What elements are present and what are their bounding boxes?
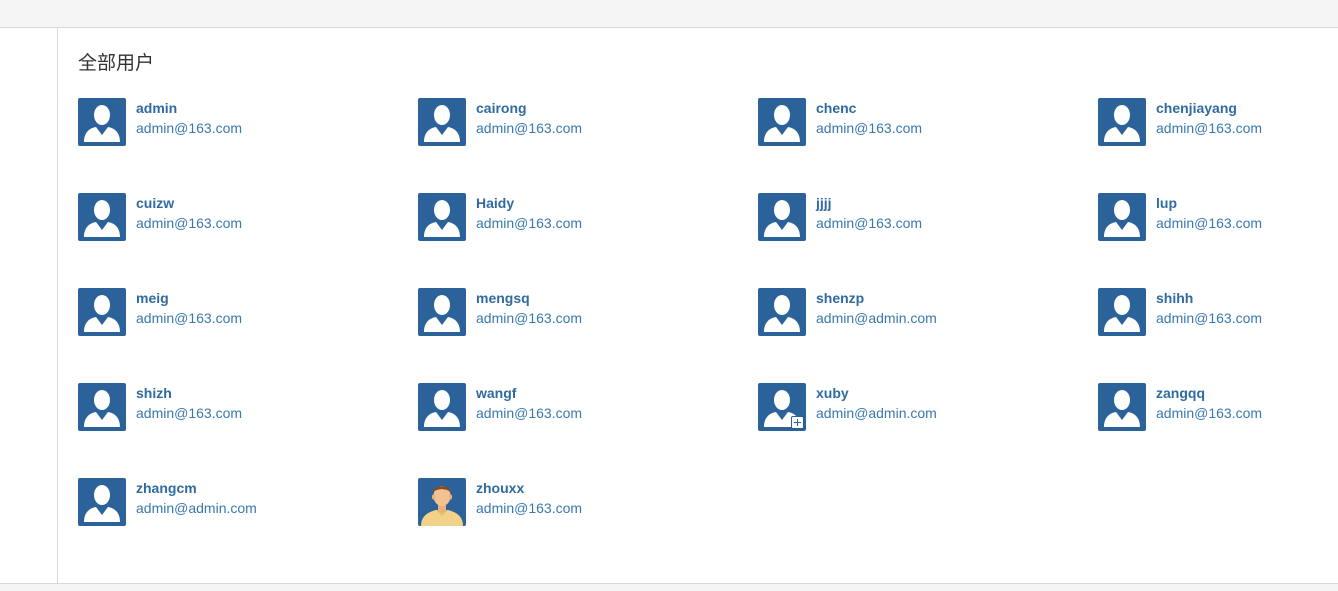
top-bar <box>0 0 1338 28</box>
default-user-icon[interactable] <box>1098 98 1146 146</box>
user-card[interactable]: chenjiayang admin@163.com <box>1098 98 1338 146</box>
main-panel: 全部用户 admin admin@163.com cairong admin@163.… <box>58 28 1338 583</box>
user-name-link[interactable]: zangqq <box>1156 385 1205 401</box>
plus-icon <box>791 416 804 429</box>
user-email: admin@163.com <box>816 120 923 136</box>
user-name-link[interactable]: cairong <box>476 100 527 116</box>
user-card[interactable]: wangf admin@163.com <box>418 383 748 431</box>
user-name-link[interactable]: zhangcm <box>136 480 197 496</box>
user-card[interactable]: admin admin@163.com <box>78 98 408 146</box>
user-name-link[interactable]: shihh <box>1156 290 1193 306</box>
user-card[interactable]: shizh admin@163.com <box>78 383 408 431</box>
user-email: admin@163.com <box>136 405 243 421</box>
default-user-icon[interactable] <box>758 193 806 241</box>
user-card[interactable]: lup admin@163.com <box>1098 193 1338 241</box>
user-email: admin@163.com <box>476 120 583 136</box>
user-email: admin@admin.com <box>136 500 257 516</box>
user-card[interactable]: chenc admin@163.com <box>758 98 1088 146</box>
user-email: admin@163.com <box>476 215 583 231</box>
default-user-icon[interactable] <box>78 288 126 336</box>
user-email: admin@163.com <box>816 215 923 231</box>
user-name-link[interactable]: admin <box>136 100 177 116</box>
user-email: admin@163.com <box>1156 310 1263 326</box>
user-name-link[interactable]: chenjiayang <box>1156 100 1237 116</box>
default-user-icon[interactable] <box>1098 383 1146 431</box>
user-card[interactable]: zhouxx admin@163.com <box>418 478 748 526</box>
default-user-icon[interactable] <box>758 98 806 146</box>
user-name-link[interactable]: xuby <box>816 385 849 401</box>
user-card[interactable]: jjjj admin@163.com <box>758 193 1088 241</box>
user-card[interactable]: Haidy admin@163.com <box>418 193 748 241</box>
add-user-icon[interactable] <box>758 383 806 431</box>
user-email: admin@163.com <box>476 310 583 326</box>
user-name-link[interactable]: shenzp <box>816 290 864 306</box>
user-email: admin@163.com <box>1156 120 1263 136</box>
user-name-link[interactable]: Haidy <box>476 195 514 211</box>
default-user-icon[interactable] <box>418 193 466 241</box>
user-email: admin@admin.com <box>816 405 937 421</box>
user-email: admin@admin.com <box>816 310 937 326</box>
user-email: admin@163.com <box>136 310 243 326</box>
user-card[interactable]: xuby admin@admin.com <box>758 383 1088 431</box>
user-email: admin@163.com <box>476 500 583 516</box>
default-user-icon[interactable] <box>758 288 806 336</box>
user-name-link[interactable]: meig <box>136 290 169 306</box>
user-card[interactable]: cuizw admin@163.com <box>78 193 408 241</box>
default-user-icon[interactable] <box>418 288 466 336</box>
default-user-icon[interactable] <box>78 383 126 431</box>
user-email: admin@163.com <box>136 215 243 231</box>
user-name-link[interactable]: cuizw <box>136 195 174 211</box>
page-title: 全部用户 <box>78 52 155 74</box>
user-card[interactable]: cairong admin@163.com <box>418 98 748 146</box>
user-card[interactable]: shihh admin@163.com <box>1098 288 1338 336</box>
default-user-icon[interactable] <box>1098 288 1146 336</box>
default-user-icon[interactable] <box>1098 193 1146 241</box>
photo-avatar-icon[interactable] <box>418 478 466 526</box>
user-name-link[interactable]: wangf <box>476 385 516 401</box>
default-user-icon[interactable] <box>418 98 466 146</box>
user-card[interactable]: zhangcm admin@admin.com <box>78 478 408 526</box>
user-name-link[interactable]: chenc <box>816 100 856 116</box>
user-email: admin@163.com <box>1156 405 1263 421</box>
default-user-icon[interactable] <box>418 383 466 431</box>
default-user-icon[interactable] <box>78 478 126 526</box>
user-name-link[interactable]: mengsq <box>476 290 530 306</box>
user-email: admin@163.com <box>1156 215 1263 231</box>
user-email: admin@163.com <box>476 405 583 421</box>
user-card[interactable]: zangqq admin@163.com <box>1098 383 1338 431</box>
default-user-icon[interactable] <box>78 193 126 241</box>
user-name-link[interactable]: lup <box>1156 195 1177 211</box>
user-card[interactable]: meig admin@163.com <box>78 288 408 336</box>
left-sidebar <box>0 28 58 583</box>
default-user-icon[interactable] <box>78 98 126 146</box>
user-card[interactable]: shenzp admin@admin.com <box>758 288 1088 336</box>
user-name-link[interactable]: zhouxx <box>476 480 524 496</box>
user-name-link[interactable]: jjjj <box>816 195 832 211</box>
user-email: admin@163.com <box>136 120 243 136</box>
user-name-link[interactable]: shizh <box>136 385 172 401</box>
user-card[interactable]: mengsq admin@163.com <box>418 288 748 336</box>
